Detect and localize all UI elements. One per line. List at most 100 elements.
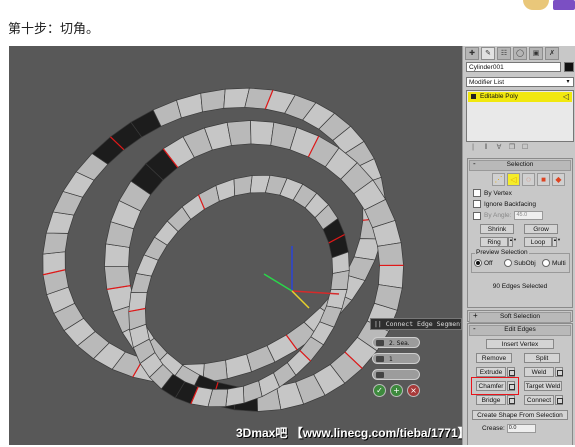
shrink-button[interactable]: Shrink <box>480 224 514 234</box>
segments-field[interactable]: 2. Sea. <box>372 337 420 348</box>
extrude-settings-icon[interactable] <box>507 367 515 377</box>
pinch-field[interactable]: 1 <box>372 353 420 364</box>
remove-modifier-icon[interactable]: ❒ <box>507 143 517 152</box>
chamfer-highlight-box <box>471 377 519 395</box>
mesh-face <box>378 265 404 289</box>
element-mode-icon[interactable]: ◆ <box>552 173 565 186</box>
slide-icon <box>376 372 384 378</box>
selection-rollout-header[interactable]: - Selection <box>469 160 571 171</box>
edge-mode-icon[interactable]: ◁ <box>507 173 520 186</box>
border-mode-icon[interactable]: ◌ <box>522 173 535 186</box>
vertex-mode-icon[interactable]: ⋰ <box>492 173 505 186</box>
preview-selection-group: Preview Selection Off SubObj Multi <box>471 249 570 273</box>
utilities-tab-icon[interactable]: ✗ <box>545 47 559 60</box>
pinch-value: 1 <box>389 356 393 363</box>
subobject-level-buttons: ⋰ ◁ ◌ ■ ◆ <box>492 173 565 186</box>
stack-item-label: Editable Poly <box>480 93 518 100</box>
crease-field[interactable]: 0.0 <box>506 424 536 433</box>
loop-spinner[interactable]: ▲▼ <box>552 237 561 247</box>
x-icon[interactable]: × <box>407 384 420 397</box>
show-end-result-icon[interactable]: ‖ <box>481 143 491 152</box>
modifier-list-dropdown[interactable]: Modifier List ▾ <box>466 77 574 87</box>
connect-settings-icon[interactable] <box>555 395 563 405</box>
edit-edges-rollout-header[interactable]: - Edit Edges <box>469 325 571 336</box>
edit-edges-rollout: - Edit Edges Insert Vertex Remove Split E… <box>467 323 573 445</box>
page-corner-decoration <box>515 0 575 12</box>
segments-value: 2. Sea. <box>389 340 410 347</box>
mesh-face <box>225 353 252 380</box>
subobject-triangle-icon: ◁ <box>562 92 569 101</box>
bridge-settings-icon[interactable] <box>507 395 515 405</box>
make-unique-icon[interactable]: ∀ <box>494 143 504 152</box>
mesh-face <box>330 269 350 291</box>
extrude-button[interactable]: Extrude <box>476 367 506 377</box>
modifier-stack: Editable Poly ◁ <box>466 90 574 142</box>
mesh-face <box>225 385 245 407</box>
perspective-viewport[interactable]: || Connect Edge Segments 2. Sea. 1 ✓ + ×… <box>9 46 470 445</box>
by-angle-field[interactable]: 45.0 <box>514 211 544 220</box>
ignore-backfacing-checkbox[interactable]: Ignore Backfacing <box>473 200 536 208</box>
mesh-face <box>215 178 236 202</box>
soft-selection-rollout-header[interactable]: + Soft Selection <box>469 312 571 323</box>
loop-button[interactable]: Loop <box>524 237 552 247</box>
preview-multi-radio[interactable]: Multi <box>542 259 566 267</box>
command-panel-tabs: ✚ ✎ ☷ ◯ ▣ ✗ <box>465 47 573 60</box>
split-button[interactable]: Split <box>524 353 560 363</box>
selection-status-text: 90 Edges Selected <box>492 283 548 290</box>
object-color-swatch[interactable] <box>564 62 574 72</box>
plus-icon[interactable]: + <box>390 384 403 397</box>
soft-selection-rollout: + Soft Selection <box>467 310 573 323</box>
grow-button[interactable]: Grow <box>524 224 558 234</box>
by-vertex-checkbox[interactable]: By Vertex <box>473 189 512 197</box>
mesh-face <box>45 211 75 234</box>
weld-button[interactable]: Weld <box>524 367 554 377</box>
insert-vertex-button[interactable]: Insert Vertex <box>486 339 554 349</box>
configure-sets-icon[interactable]: ☐ <box>520 143 530 152</box>
modifier-list-label: Modifier List <box>469 79 505 86</box>
weld-settings-icon[interactable] <box>555 367 563 377</box>
check-icon[interactable]: ✓ <box>373 384 386 397</box>
caddy-buttons: ✓ + × <box>373 384 420 397</box>
remove-button[interactable]: Remove <box>476 353 512 363</box>
object-name-field[interactable]: Cylinder001 <box>466 62 561 72</box>
mesh-face <box>377 242 404 266</box>
mesh-face <box>200 88 226 113</box>
slide-field[interactable] <box>372 369 420 380</box>
ring-button[interactable]: Ring <box>480 237 508 247</box>
modify-tab-icon[interactable]: ✎ <box>481 47 495 60</box>
3dsmax-screenshot: || Connect Edge Segments 2. Sea. 1 ✓ + ×… <box>9 46 575 445</box>
display-tab-icon[interactable]: ▣ <box>529 47 543 60</box>
create-tab-icon[interactable]: ✚ <box>465 47 479 60</box>
polygon-mode-icon[interactable]: ■ <box>537 173 550 186</box>
stack-item-editable-poly[interactable]: Editable Poly ◁ <box>468 92 572 102</box>
mesh-face <box>130 273 152 293</box>
watermark-text: 3Dmax吧 【www.linecg.com/tieba/1771】 <box>236 426 470 440</box>
stack-toolbar: | ‖ ∀ ❒ ☐ <box>466 142 574 154</box>
mesh-face <box>226 120 252 146</box>
create-shape-button[interactable]: Create Shape From Selection <box>472 410 568 420</box>
lightbulb-icon[interactable] <box>471 94 476 99</box>
segments-icon <box>376 340 384 346</box>
motion-tab-icon[interactable]: ◯ <box>513 47 527 60</box>
bridge-button[interactable]: Bridge <box>476 395 506 405</box>
command-panel: ✚ ✎ ☷ ◯ ▣ ✗ Cylinder001 Modifier List ▾ … <box>462 46 575 445</box>
pin-stack-icon[interactable]: | <box>468 143 478 152</box>
mesh-face <box>233 175 253 197</box>
preview-selection-label: Preview Selection <box>475 249 529 256</box>
crease-label: Crease: <box>482 425 505 432</box>
mesh-face <box>176 92 203 119</box>
preview-off-radio[interactable]: Off <box>474 259 493 267</box>
ring-spinner[interactable]: ▲▼ <box>508 237 517 247</box>
connect-edge-segments-caddy: || Connect Edge Segments 2. Sea. 1 ✓ + × <box>370 318 462 402</box>
hierarchy-tab-icon[interactable]: ☷ <box>497 47 511 60</box>
connect-button[interactable]: Connect <box>524 395 554 405</box>
target-weld-button[interactable]: Target Weld <box>524 381 562 391</box>
pinch-icon <box>376 356 384 362</box>
step-caption: 第十步：切角。 <box>8 22 100 37</box>
mesh-face <box>104 243 130 267</box>
preview-subobj-radio[interactable]: SubObj <box>504 259 536 267</box>
mesh-face <box>250 120 275 146</box>
crease-row: Crease: 0.0 <box>482 424 536 433</box>
by-angle-checkbox[interactable]: By Angle: 45.0 <box>473 211 544 220</box>
selection-rollout: - Selection ⋰ ◁ ◌ ■ ◆ By Vertex Ignore Ba… <box>467 158 573 308</box>
